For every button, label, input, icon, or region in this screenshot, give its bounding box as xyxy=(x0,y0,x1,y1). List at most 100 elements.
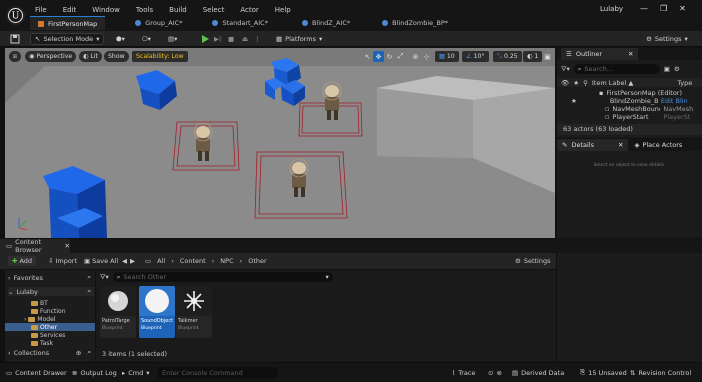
star-icon[interactable]: ★ xyxy=(573,79,579,87)
world-space-icon[interactable]: ⊕ xyxy=(410,51,421,62)
close-icon[interactable]: ✕ xyxy=(618,141,623,149)
favorites-section[interactable]: › Favorites ⌕ xyxy=(8,273,94,282)
settings-button[interactable]: ⚙ Settings ▾ xyxy=(646,33,688,45)
add-collection-icon[interactable]: ⊕ xyxy=(76,349,81,357)
asset-search-input[interactable]: ⌕ Search Other ▾ xyxy=(112,272,333,282)
menu-tools[interactable]: Tools xyxy=(135,6,154,14)
collections-section[interactable]: › Collections ⊕ ⌕ xyxy=(8,348,94,357)
filter-icon[interactable]: ⛛▾ xyxy=(561,65,570,74)
show-button[interactable]: Show xyxy=(104,51,129,62)
minimize-icon[interactable]: — xyxy=(640,4,648,13)
filter-icon[interactable]: ⛛▾ xyxy=(100,273,109,282)
level-viewport[interactable]: ≡ ◉ Perspective ◐ Lit Show Scalability: … xyxy=(5,48,555,238)
camera-speed-button[interactable]: ◐ 1 xyxy=(523,51,543,62)
unreal-logo-icon[interactable]: U xyxy=(6,6,25,25)
stop-icon[interactable]: ■ xyxy=(228,33,234,45)
cinematics-button[interactable]: ▤▾ xyxy=(168,33,177,45)
more-options-icon[interactable]: ⋮ xyxy=(254,33,261,45)
tab-blindz-aic[interactable]: BlindZ_AIC* xyxy=(294,16,358,30)
folder-services[interactable]: Services xyxy=(5,331,95,339)
tab-firstpersonmap[interactable]: FirstPersonMap xyxy=(30,16,106,30)
folder-bt[interactable]: BT xyxy=(5,299,95,307)
asset-tile[interactable]: Talkmer Blueprint xyxy=(176,286,212,338)
viewport-layout-icon[interactable]: ▣ xyxy=(542,51,553,62)
console-input[interactable]: Enter Console Command xyxy=(158,367,278,378)
row-type[interactable]: Edit Blin xyxy=(661,97,688,105)
blueprint-menu-button[interactable]: ⎔▾ xyxy=(142,33,151,45)
tab-details[interactable]: ✎ Details ✕ xyxy=(557,139,629,151)
rotate-tool-icon[interactable]: ↻ xyxy=(384,51,395,62)
add-actor-button[interactable]: ⬢▾ xyxy=(116,33,125,45)
scale-snap-button[interactable]: ⤡ 0.25 xyxy=(493,51,522,62)
menu-window[interactable]: Window xyxy=(91,6,121,14)
tab-content-browser[interactable]: ▭ Content Browser ✕ xyxy=(0,238,70,254)
list-item[interactable]: ▫ PlayerStart PlayerSt xyxy=(557,113,702,121)
lit-button[interactable]: ◐ Lit xyxy=(79,51,102,62)
add-button[interactable]: ✚ Add xyxy=(8,256,37,266)
breadcrumb-content[interactable]: Content xyxy=(180,257,206,265)
gear-icon[interactable]: ⚙ xyxy=(674,65,680,73)
camera-icon[interactable]: ⊙ xyxy=(488,369,493,377)
scale-tool-icon[interactable]: ⤢ xyxy=(395,51,406,62)
maximize-icon[interactable]: ❐ xyxy=(660,4,667,13)
translate-tool-icon[interactable]: ✥ xyxy=(373,51,384,62)
menu-file[interactable]: File xyxy=(34,6,48,14)
platforms-button[interactable]: ▦ Platforms ▾ xyxy=(276,33,322,45)
tab-group-aic[interactable]: Group_AIC* xyxy=(127,16,190,30)
grid-snap-button[interactable]: ▦ 10 xyxy=(435,51,459,62)
back-icon[interactable]: ◀ xyxy=(122,257,127,265)
play-button[interactable] xyxy=(200,33,210,45)
unsaved-button[interactable]: ⎘ 15 Unsaved xyxy=(580,367,627,378)
folder-function[interactable]: Function xyxy=(5,307,95,315)
menu-actor[interactable]: Actor xyxy=(239,6,259,14)
revision-control-button[interactable]: ⇅ Revision Control xyxy=(630,367,691,378)
folder-model[interactable]: › Model xyxy=(5,315,95,323)
outliner-search-input[interactable]: ⌕ Search... xyxy=(573,64,660,74)
selection-mode-button[interactable]: ↖ Selection Mode ▾ xyxy=(30,33,105,45)
list-item[interactable]: ▫ NavMeshBound NavMesh xyxy=(557,105,702,113)
close-icon[interactable]: ✕ xyxy=(628,50,633,58)
derived-data-button[interactable]: ▤ Derived Data xyxy=(512,367,564,378)
trace-button[interactable]: ⌇ Trace xyxy=(452,367,475,378)
scalability-warning[interactable]: Scalability: Low xyxy=(132,51,188,62)
asset-tile[interactable]: PatrolTarge Blueprint xyxy=(100,286,136,338)
column-item-label[interactable]: Item Label ▲ xyxy=(592,79,633,87)
column-type[interactable]: Type xyxy=(677,79,692,87)
import-button[interactable]: ⇩ Import xyxy=(48,256,77,266)
breadcrumb-all[interactable]: All xyxy=(157,257,165,265)
save-icon[interactable] xyxy=(10,33,20,45)
folder-other[interactable]: Other xyxy=(5,323,95,331)
project-section[interactable]: ⌄ Lulaby ⌕ xyxy=(8,287,94,296)
content-drawer-button[interactable]: ▭ Content Drawer xyxy=(6,367,67,378)
asset-tile[interactable]: SoundObject Blueprint xyxy=(139,286,175,338)
surface-snap-icon[interactable]: ⊹ xyxy=(421,51,432,62)
pin-icon[interactable]: ⚲ xyxy=(583,79,588,87)
breadcrumb-other[interactable]: Other xyxy=(248,257,266,265)
tab-blindzombie-bp[interactable]: BlindZombie_BP* xyxy=(374,16,456,30)
hamburger-icon[interactable]: ≡ xyxy=(9,51,21,62)
broadcast-icon[interactable]: ⊚ xyxy=(496,369,501,377)
list-item[interactable]: ▪ FirstPersonMap (Editor) xyxy=(557,89,702,97)
menu-edit[interactable]: Edit xyxy=(62,6,78,14)
breadcrumb-npc[interactable]: NPC xyxy=(220,257,233,265)
search-icon[interactable]: ⌕ xyxy=(87,348,91,357)
perspective-button[interactable]: ◉ Perspective xyxy=(25,51,77,62)
forward-icon[interactable]: ▶ xyxy=(130,257,135,265)
search-icon[interactable]: ⌕ xyxy=(87,287,91,296)
list-item[interactable]: ★ BlindZombie_BP Edit Blin xyxy=(557,97,702,105)
close-icon[interactable]: ✕ xyxy=(679,4,686,13)
save-all-button[interactable]: ▣ Save All xyxy=(84,256,118,266)
blue-cube-large[interactable] xyxy=(43,166,107,238)
skip-icon[interactable]: ▶| xyxy=(214,33,221,45)
menu-help[interactable]: Help xyxy=(274,6,292,14)
folder-add-icon[interactable]: ▣ xyxy=(664,65,670,73)
tab-place-actors[interactable]: ◈ Place Actors xyxy=(628,141,682,149)
menu-select[interactable]: Select xyxy=(202,6,226,14)
menu-build[interactable]: Build xyxy=(168,6,188,14)
rotation-snap-button[interactable]: ∠ 10° xyxy=(462,51,489,62)
search-icon[interactable]: ⌕ xyxy=(87,273,91,282)
folder-task[interactable]: Task xyxy=(5,339,95,347)
cmd-dropdown[interactable]: ▸ Cmd ▾ xyxy=(122,367,150,378)
output-log-button[interactable]: ≣ Output Log xyxy=(72,367,117,378)
eject-icon[interactable]: ⏏ xyxy=(242,33,248,45)
